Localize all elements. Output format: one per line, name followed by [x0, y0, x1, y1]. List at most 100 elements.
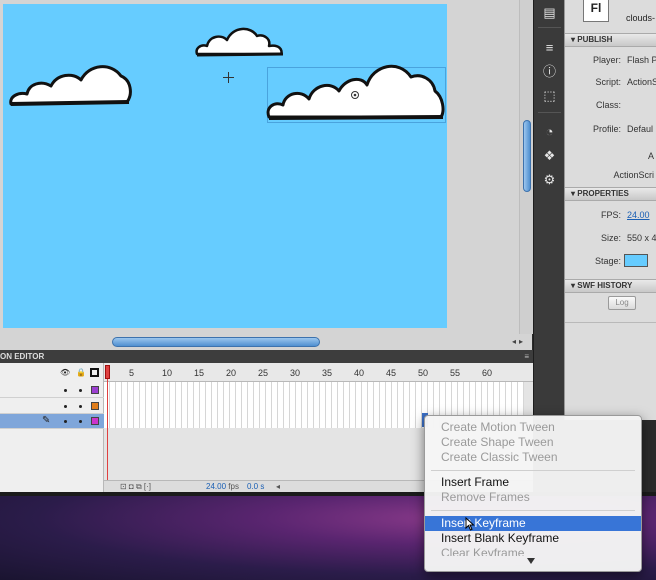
profile-value: Defaul [627, 124, 654, 134]
playhead-line [107, 379, 108, 487]
layer-color-box[interactable] [91, 417, 99, 425]
ruler-number: 55 [450, 368, 461, 378]
panel-divider [565, 322, 656, 323]
mouse-pointer-icon [465, 517, 475, 531]
timeline-scroll-left-icon[interactable]: ◂ [276, 482, 280, 491]
menu-item-create-classic-tween: Create Classic Tween [441, 450, 558, 464]
profile-row: Profile: Defaul [565, 124, 656, 138]
ruler-number: 50 [418, 368, 429, 378]
menu-scroll-down-icon[interactable] [527, 558, 535, 564]
menu-item-insert-blank-keyframe[interactable]: Insert Blank Keyframe [425, 531, 641, 546]
panel-icon-strip: ▤ ≡ ⓘ ⬚ ◔ ❖ ⚙ [533, 0, 564, 420]
menu-item-create-motion-tween: Create Motion Tween [441, 420, 555, 434]
timeline-tab-label[interactable]: ON EDITOR [0, 350, 44, 363]
align-panel-icon[interactable]: ≡ [542, 40, 557, 55]
menu-item-create-shape-tween: Create Shape Tween [441, 435, 554, 449]
stage-color-swatch[interactable] [624, 254, 648, 267]
script-row: Script: ActionS [565, 77, 656, 91]
info-panel-icon[interactable]: ⓘ [542, 64, 557, 79]
crosshair-cursor [223, 72, 234, 83]
layer-row[interactable] [0, 399, 104, 414]
status-fps: 24.00 fps [206, 482, 239, 491]
horizontal-scroll-thumb[interactable] [112, 337, 320, 347]
tool-divider [538, 112, 561, 113]
properties-panel-icon[interactable]: ▤ [542, 5, 557, 20]
ruler-number: 35 [322, 368, 333, 378]
ruler-number: 5 [129, 368, 135, 378]
outline-icon[interactable] [90, 368, 99, 377]
eye-icon[interactable]: 👁 [60, 368, 70, 377]
components-panel-icon[interactable]: ⚙ [542, 172, 557, 187]
a-label: A [647, 151, 654, 161]
menu-item-remove-frames: Remove Frames [441, 490, 530, 504]
status-fps-unit: fps [228, 482, 239, 491]
stage-canvas[interactable] [3, 4, 447, 328]
ruler-number: 15 [194, 368, 205, 378]
visibility-dot[interactable] [64, 389, 67, 392]
script-label: Script: [595, 77, 621, 87]
player-label: Player: [592, 55, 621, 65]
ruler-number: 45 [386, 368, 397, 378]
swatches-panel-icon[interactable]: ❖ [542, 148, 557, 163]
player-row: Player: Flash P [565, 55, 656, 69]
timeline-panel-header[interactable]: ON EDITOR ≡ [0, 350, 533, 363]
document-name: clouds- [626, 13, 656, 23]
publish-section-header[interactable]: ▾ PUBLISH [565, 33, 656, 47]
layers-column: 👁 🔒 ✎ [0, 363, 104, 492]
pencil-icon[interactable]: ✎ [42, 415, 50, 426]
menu-item-clear-keyframe: Clear Keyframe [441, 546, 525, 556]
cloud-shape-top[interactable] [193, 22, 285, 60]
playhead[interactable] [105, 365, 110, 379]
vertical-scroll-thumb[interactable] [523, 120, 531, 192]
visibility-dot[interactable] [64, 405, 67, 408]
lock-dot[interactable] [79, 420, 82, 423]
layer-color-box[interactable] [91, 386, 99, 394]
ruler-number: 20 [226, 368, 237, 378]
size-label: Size: [600, 233, 621, 243]
menu-item-insert-keyframe[interactable]: Insert Keyframe [425, 516, 641, 531]
stage-area[interactable] [0, 0, 533, 350]
frame-ruler[interactable]: 5 10 15 20 25 30 35 40 45 50 55 60 [104, 363, 533, 382]
color-panel-icon[interactable]: ◔ [542, 124, 557, 139]
stage-vertical-scrollbar[interactable] [519, 0, 533, 334]
status-time: 0.0 s [247, 482, 265, 491]
visibility-dot[interactable] [64, 420, 67, 423]
menu-separator [431, 470, 635, 471]
menu-item-insert-frame[interactable]: Insert Frame [425, 475, 641, 490]
panel-menu-icon[interactable]: ≡ [524, 350, 529, 363]
ruler-number: 10 [162, 368, 173, 378]
cloud-shape-left[interactable] [7, 58, 133, 110]
flash-document-icon: Fl [583, 0, 609, 22]
menu-separator [431, 510, 635, 511]
timeline-context-menu: Create Motion Tween Create Shape Tween C… [424, 415, 642, 572]
profile-label: Profile: [592, 124, 621, 134]
layer-row-selected[interactable]: ✎ [0, 414, 104, 429]
size-row: Size: 550 x 4 [565, 233, 656, 247]
fps-label: FPS: [600, 210, 621, 220]
lock-icon[interactable]: 🔒 [76, 368, 86, 377]
class-row: Class: [565, 100, 656, 114]
ruler-number: 30 [290, 368, 301, 378]
ruler-number: 25 [258, 368, 269, 378]
lock-dot[interactable] [79, 405, 82, 408]
cloud-shape-selected[interactable] [265, 61, 445, 123]
fps-row: FPS: 24.00 [565, 210, 656, 224]
player-value: Flash P [627, 55, 656, 65]
layer-row[interactable] [0, 383, 104, 398]
log-button[interactable]: Log [608, 296, 636, 310]
size-value: 550 x 4 [627, 233, 656, 243]
properties-section-header[interactable]: ▾ PROPERTIES [565, 187, 656, 201]
stage-horizontal-scrollbar[interactable]: ◂▸ [0, 334, 532, 350]
scroll-arrows-icon[interactable]: ◂▸ [512, 337, 526, 346]
lock-dot[interactable] [79, 389, 82, 392]
onion-skin-icons[interactable]: ⊡ ◘ ⧉ [·] [120, 482, 151, 492]
ruler-number: 60 [482, 368, 493, 378]
status-fps-value[interactable]: 24.00 [206, 482, 226, 491]
ruler-number: 40 [354, 368, 365, 378]
layer-color-box[interactable] [91, 402, 99, 410]
transform-panel-icon[interactable]: ⬚ [542, 88, 557, 103]
script-value: ActionS [627, 77, 656, 87]
properties-panel: Fl clouds- ▾ PUBLISH Player: Flash P Scr… [564, 0, 656, 420]
swf-history-section-header[interactable]: ▾ SWF HISTORY [565, 279, 656, 293]
fps-value[interactable]: 24.00 [627, 210, 650, 220]
